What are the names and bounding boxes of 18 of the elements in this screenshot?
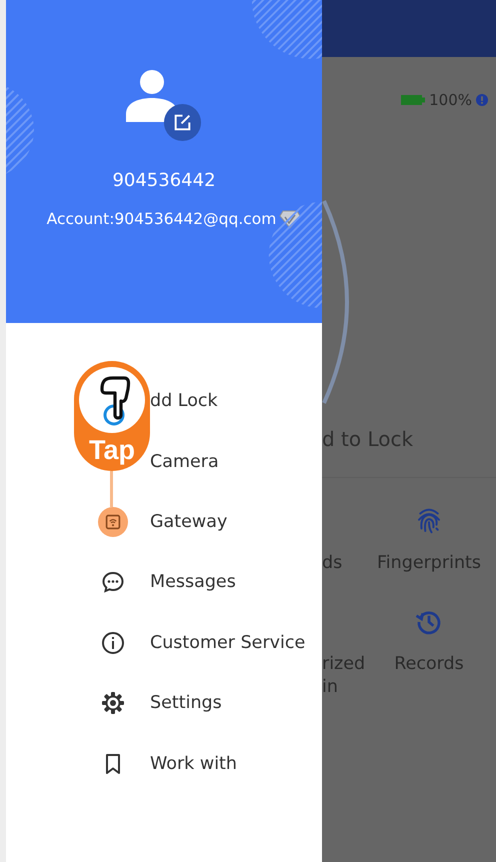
alert-icon — [476, 94, 488, 106]
menu-item[interactable]: Work with — [150, 754, 238, 774]
edit-icon[interactable] — [163, 103, 202, 142]
menu-item[interactable]: Camera — [150, 452, 219, 472]
menu-item[interactable]: Customer Service — [150, 632, 306, 653]
battery-level: 100% — [429, 91, 472, 109]
menu-item[interactable]: Gateway — [150, 512, 228, 532]
account-email: Account:904536442@qq.com — [46, 210, 276, 228]
menu-item[interactable]: dd Lock — [150, 391, 218, 412]
menu-item[interactable]: Settings — [150, 693, 222, 714]
pointing-hand-icon — [77, 365, 147, 435]
menu-item[interactable]: Messages — [150, 572, 236, 592]
leader-line — [110, 471, 113, 507]
username: 904536442 — [112, 170, 216, 191]
tap-label: Tap — [89, 435, 135, 465]
battery-icon — [401, 94, 426, 106]
wifi-router-icon[interactable] — [98, 506, 128, 537]
lock-hint: d to Lock — [322, 427, 414, 451]
